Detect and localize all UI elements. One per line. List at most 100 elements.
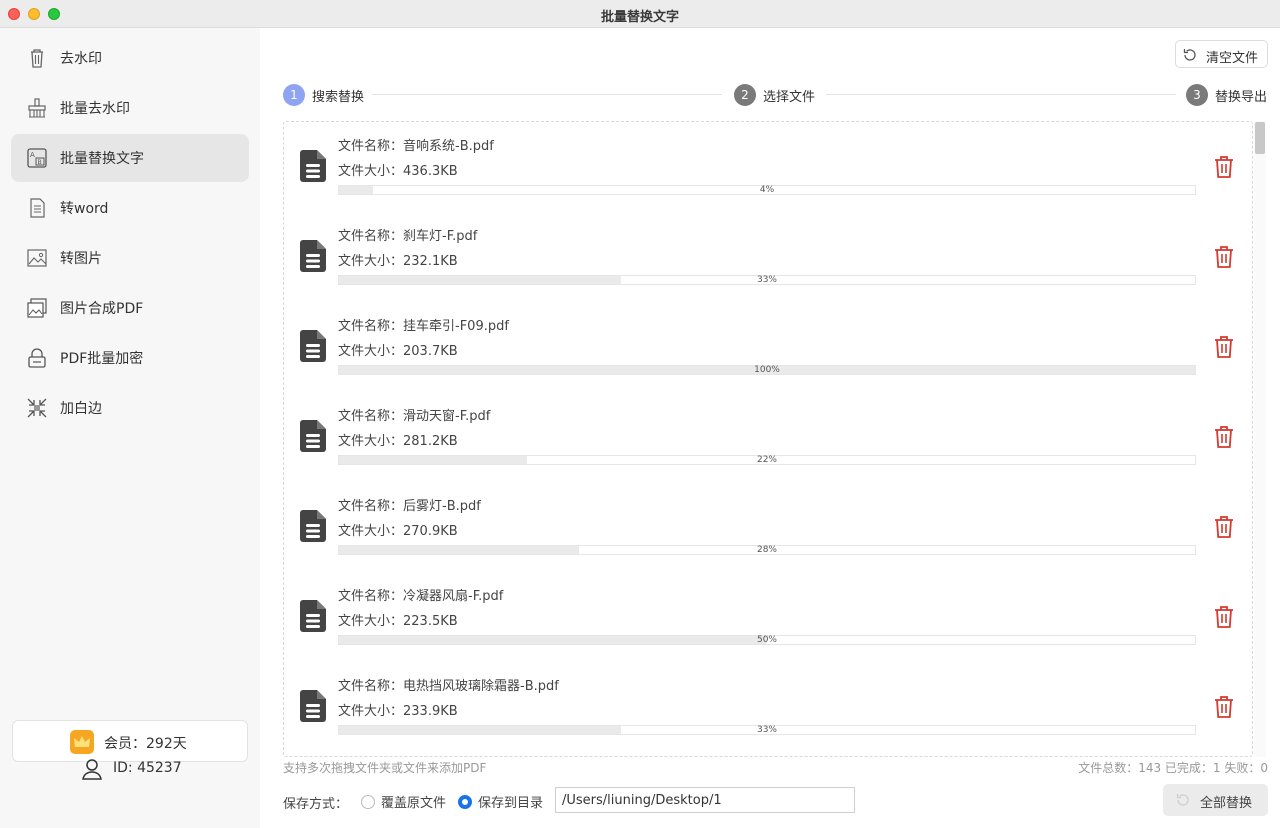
step-label: 替换导出: [1215, 89, 1268, 105]
file-row: 文件名称：刹车灯-F.pdf 文件大小：232.1KB 33%: [284, 212, 1252, 302]
delete-icon[interactable]: [1213, 605, 1235, 629]
sidebar-item-label: 图片合成PDF: [60, 301, 144, 317]
sidebar-item-to-word[interactable]: 转word: [11, 184, 249, 232]
step-label: 选择文件: [763, 89, 816, 105]
sidebar-item-to-image[interactable]: 转图片: [11, 234, 249, 282]
progress-bar: 22%: [338, 455, 1196, 465]
file-icon: [300, 330, 326, 362]
file-icon: [300, 420, 326, 452]
progress-bar: 33%: [338, 725, 1196, 735]
lock-icon: [28, 348, 46, 368]
sidebar-item-batch-replace-text[interactable]: AB 批量替换文字: [11, 134, 249, 182]
sidebar-item-label: 批量替换文字: [60, 151, 144, 167]
file-icon: [300, 690, 326, 722]
step-search-replace[interactable]: 1 搜索替换: [283, 84, 364, 106]
window-title: 批量替换文字: [600, 10, 679, 25]
sidebar: 去水印 批量去水印 AB 批量替换文字 转word 转图片 图片合成PDF PD…: [0, 28, 260, 828]
sidebar-item-label: PDF批量加密: [60, 351, 144, 367]
file-icon: [300, 510, 326, 542]
step-number: 2: [734, 84, 756, 106]
shrink-icon: [27, 398, 47, 418]
membership-badge[interactable]: 会员：292天: [12, 720, 248, 762]
radio-button[interactable]: [361, 794, 375, 809]
progress-percent: 22%: [756, 455, 777, 465]
sidebar-item-label: 加白边: [60, 401, 102, 417]
delete-icon[interactable]: [1213, 425, 1235, 449]
file-name: 文件名称：滑动天窗-F.pdf: [338, 409, 491, 424]
sidebar-item-pdf-batch-encrypt[interactable]: PDF批量加密: [11, 334, 249, 382]
file-drop-zone[interactable]: 文件名称：音响系统-B.pdf 文件大小：436.3KB 4% 文件名称：刹车灯-F.…: [283, 121, 1253, 757]
refresh-icon: [1176, 794, 1189, 806]
file-row: 文件名称：后雾灯-B.pdf 文件大小：270.9KB 28%: [284, 482, 1252, 572]
progress-bar: 28%: [338, 545, 1196, 555]
file-size: 文件大小：281.2KB: [338, 434, 458, 449]
overwrite-radio[interactable]: 覆盖原文件: [361, 792, 446, 811]
user-icon: [82, 759, 102, 780]
delete-icon[interactable]: [1213, 515, 1235, 539]
sidebar-item-label: 去水印: [60, 51, 102, 67]
file-size: 文件大小：270.9KB: [338, 524, 458, 539]
refresh-icon: [1183, 49, 1196, 61]
file-row: 文件名称：电热挡风玻璃除霜器-B.pdf 文件大小：233.9KB 33%: [284, 662, 1252, 752]
user-id: ID: 45237: [113, 760, 182, 776]
file-size: 文件大小：233.9KB: [338, 704, 458, 719]
file-icon: [300, 150, 326, 182]
file-size: 文件大小：223.5KB: [338, 614, 458, 629]
delete-icon[interactable]: [1213, 695, 1235, 719]
delete-icon[interactable]: [1213, 335, 1235, 359]
radio-button-selected[interactable]: [458, 794, 472, 809]
progress-bar: 100%: [338, 365, 1196, 375]
file-row: 文件名称：冷凝器风扇-F.pdf 文件大小：223.5KB 50%: [284, 572, 1252, 662]
sidebar-item-remove-watermark[interactable]: 去水印: [11, 34, 249, 82]
delete-icon[interactable]: [1213, 155, 1235, 179]
step-label: 搜索替换: [312, 89, 365, 105]
svg-text:B: B: [38, 159, 42, 166]
file-name: 文件名称：电热挡风玻璃除霜器-B.pdf: [338, 679, 559, 694]
file-size: 文件大小：203.7KB: [338, 344, 458, 359]
save-to-dir-radio[interactable]: 保存到目录: [458, 792, 543, 811]
file-stats: 文件总数：143 已完成：1 失败：0: [1078, 761, 1268, 775]
membership-days: 会员：292天: [104, 736, 187, 752]
step-connector: [372, 94, 722, 95]
file-icon: [300, 240, 326, 272]
scrollbar-track[interactable]: [1254, 121, 1266, 757]
text-replace-icon: AB: [27, 148, 47, 168]
progress-bar: 4%: [338, 185, 1196, 195]
radio-label: 覆盖原文件: [381, 796, 447, 811]
sidebar-item-add-white-border[interactable]: 加白边: [11, 384, 249, 432]
file-size: 文件大小：436.3KB: [338, 164, 458, 179]
file-name: 文件名称：音响系统-B.pdf: [338, 139, 494, 154]
file-name: 文件名称：挂车牵引-F09.pdf: [338, 319, 509, 334]
step-select-files[interactable]: 2 选择文件: [734, 84, 815, 106]
drag-hint: 支持多次拖拽文件夹或文件来添加PDF: [283, 761, 487, 775]
document-icon: [30, 198, 45, 218]
sidebar-item-batch-remove-watermark[interactable]: 批量去水印: [11, 84, 249, 132]
progress-percent: 33%: [756, 275, 777, 285]
progress-percent: 28%: [756, 545, 777, 555]
sidebar-item-label: 批量去水印: [60, 101, 130, 117]
file-name: 文件名称：冷凝器风扇-F.pdf: [338, 589, 504, 604]
file-name: 文件名称：后雾灯-B.pdf: [338, 499, 481, 514]
file-size: 文件大小：232.1KB: [338, 254, 458, 269]
sidebar-item-images-to-pdf[interactable]: 图片合成PDF: [11, 284, 249, 332]
file-icon: [300, 600, 326, 632]
progress-percent: 33%: [756, 725, 777, 735]
step-connector: [826, 94, 1176, 95]
images-icon: [27, 298, 47, 318]
broom-icon: [28, 98, 46, 118]
output-path-field[interactable]: [555, 787, 855, 813]
step-number: 3: [1186, 84, 1208, 106]
svg-text:A: A: [30, 151, 35, 159]
step-replace-export[interactable]: 3 替换导出: [1186, 84, 1267, 106]
scrollbar-thumb[interactable]: [1255, 122, 1265, 154]
progress-bar: 33%: [338, 275, 1196, 285]
step-number: 1: [283, 84, 305, 106]
file-row: 文件名称：音响系统-B.pdf 文件大小：436.3KB 4%: [284, 122, 1252, 212]
file-row: 文件名称：挂车牵引-F09.pdf 文件大小：203.7KB 100%: [284, 302, 1252, 392]
clear-files-button[interactable]: 清空文件: [1175, 40, 1268, 68]
progress-percent: 50%: [756, 635, 777, 645]
trash-icon: [31, 49, 43, 68]
replace-all-button[interactable]: 全部替换: [1163, 784, 1268, 816]
progress-percent: 100%: [754, 365, 780, 375]
delete-icon[interactable]: [1213, 245, 1235, 269]
